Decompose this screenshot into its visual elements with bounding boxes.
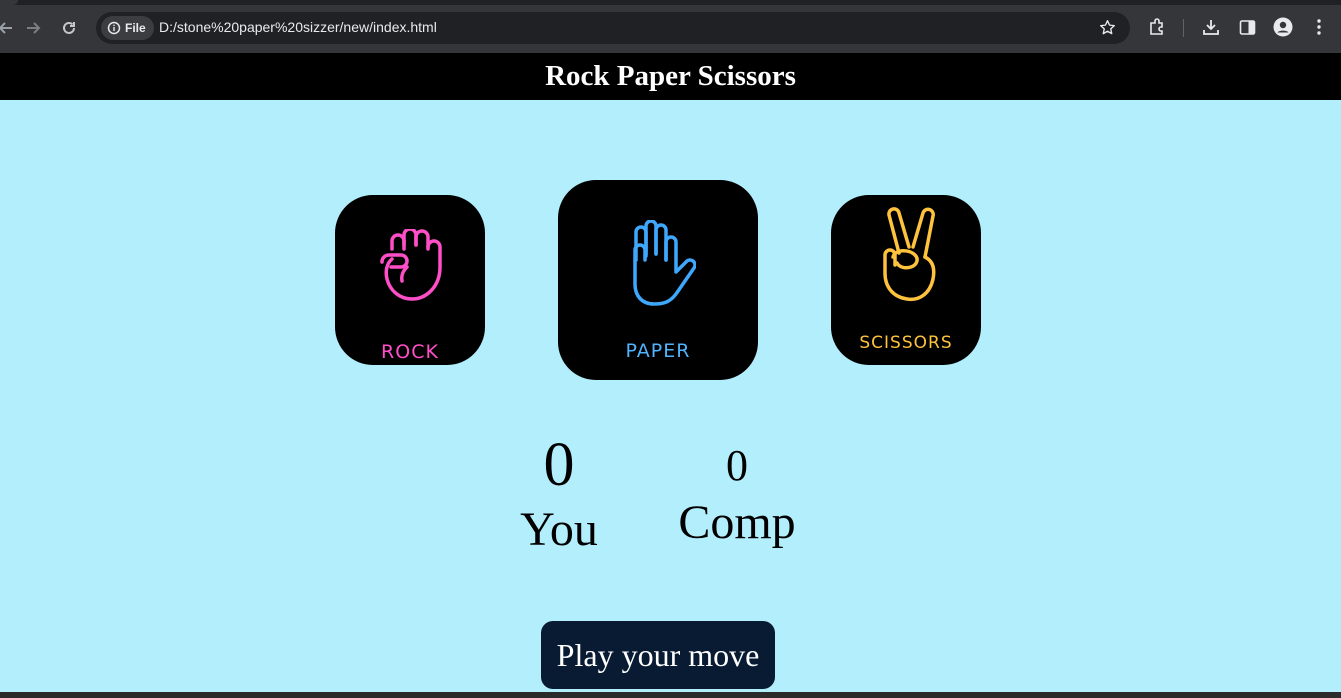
comp-score-label: Comp (678, 496, 796, 549)
toolbar-divider (1183, 19, 1184, 37)
user-score-value: 0 (543, 431, 575, 499)
rock-label: ROCK (381, 341, 439, 363)
paper-choice-button[interactable]: PAPER (558, 180, 758, 380)
site-info-label: File (125, 21, 146, 35)
paper-label: PAPER (625, 340, 691, 362)
reload-icon[interactable] (57, 16, 81, 40)
address-bar[interactable]: File D:/stone%20paper%20sizzer/new/index… (96, 12, 1130, 44)
url-text[interactable]: D:/stone%20paper%20sizzer/new/index.html (159, 19, 437, 35)
browser-toolbar: File D:/stone%20paper%20sizzer/new/index… (0, 0, 1341, 53)
bookmark-star-icon[interactable] (1099, 19, 1116, 41)
comp-score-value: 0 (726, 441, 748, 490)
tab-strip (0, 0, 1341, 5)
status-message: Play your move (541, 621, 775, 689)
page-title: Rock Paper Scissors (545, 60, 796, 92)
back-icon[interactable] (0, 16, 18, 40)
info-icon (107, 21, 121, 35)
extensions-icon[interactable] (1146, 16, 1168, 38)
side-panel-icon[interactable] (1236, 16, 1258, 38)
scissors-choice-button[interactable]: SCISSORS (831, 195, 981, 365)
open-hand-icon (633, 220, 696, 306)
page-header: Rock Paper Scissors (0, 53, 1341, 100)
active-tab[interactable] (0, 0, 18, 5)
scissors-label: SCISSORS (859, 333, 953, 353)
peace-hand-icon (883, 207, 936, 302)
profile-avatar-icon[interactable] (1272, 16, 1294, 38)
forward-icon[interactable] (21, 16, 45, 40)
menu-kebab-icon[interactable] (1308, 16, 1330, 38)
download-icon[interactable] (1200, 16, 1222, 38)
rock-choice-button[interactable]: ROCK (335, 195, 485, 365)
taskbar-edge (0, 692, 1341, 698)
site-info-chip[interactable]: File (101, 16, 154, 40)
fist-icon (380, 229, 442, 301)
user-score-label: You (520, 503, 598, 556)
